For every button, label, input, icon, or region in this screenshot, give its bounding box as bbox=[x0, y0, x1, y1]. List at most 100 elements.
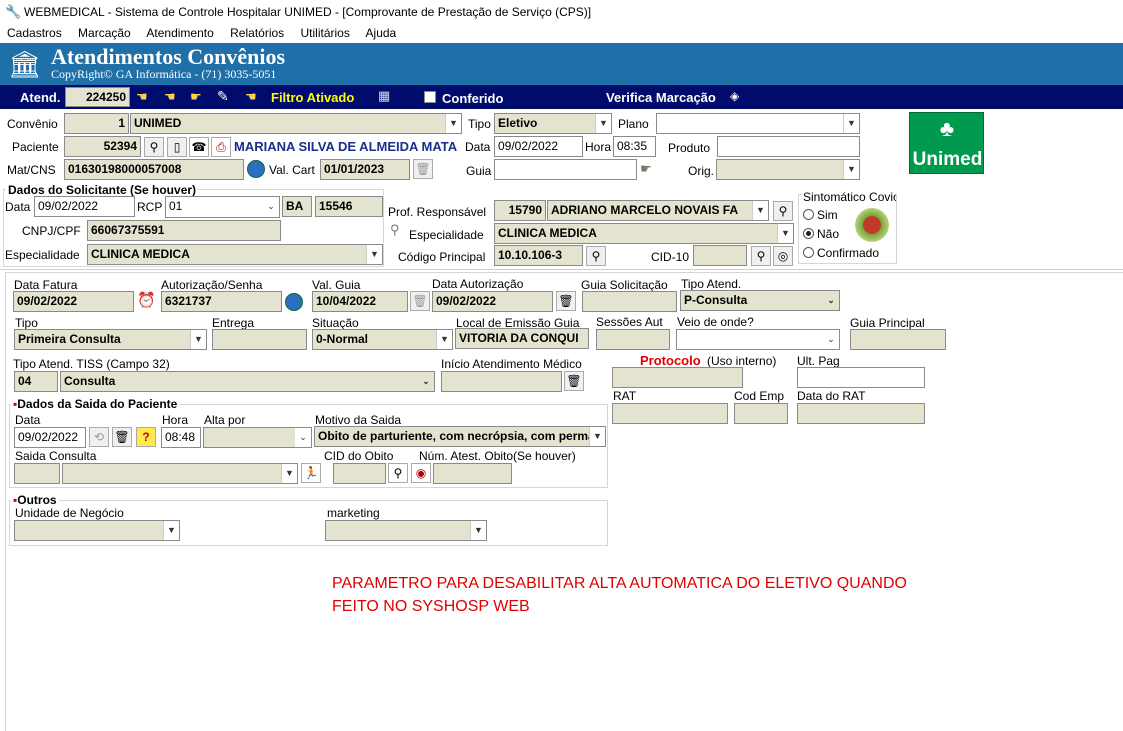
produto-field[interactable] bbox=[717, 136, 860, 157]
cid-obito-field[interactable] bbox=[333, 463, 386, 484]
verifica-icon[interactable]: ◈ bbox=[730, 89, 739, 103]
atest-field[interactable] bbox=[433, 463, 512, 484]
plano-select[interactable]: ▼ bbox=[656, 113, 860, 134]
saida-data-field[interactable]: 09/02/2022 bbox=[14, 427, 86, 448]
motivo-select[interactable]: Obito de parturiente, com necrópsia, com… bbox=[314, 426, 606, 447]
orig-select[interactable]: ▼ bbox=[716, 159, 860, 180]
sessoes-label: Sessões Aut bbox=[596, 315, 663, 329]
marketing-select[interactable]: ▼ bbox=[325, 520, 487, 541]
sol-esp-label: Especialidade bbox=[5, 248, 80, 262]
crm-field[interactable]: 15546 bbox=[315, 196, 383, 217]
data-aut-field[interactable]: 09/02/2022 bbox=[432, 291, 553, 312]
tipo-select[interactable]: Eletivo ▼ bbox=[494, 113, 612, 134]
binoculars-icon[interactable]: ⚲ bbox=[586, 246, 606, 266]
data-field[interactable]: 09/02/2022 bbox=[494, 136, 583, 157]
phone-icon[interactable]: ☎ bbox=[189, 137, 209, 157]
atend-number[interactable]: 224250 bbox=[65, 87, 130, 107]
unimed-logo-text: Unimed bbox=[912, 149, 983, 170]
alarm-clock-icon[interactable]: ⏰ bbox=[137, 291, 156, 309]
new-icon[interactable]: ☛ bbox=[190, 89, 202, 105]
pointer-icon[interactable]: ☛ bbox=[640, 161, 652, 177]
cod-principal-field[interactable]: 10.10.106-3 bbox=[494, 245, 583, 266]
trash-icon[interactable]: 🗑 bbox=[410, 291, 430, 311]
trash-icon[interactable]: 🗑 bbox=[112, 427, 132, 447]
saida-consulta-select[interactable]: ▼ bbox=[62, 463, 298, 484]
prof-esp-select[interactable]: CLINICA MEDICA ▼ bbox=[494, 223, 794, 244]
rat-field[interactable] bbox=[612, 403, 728, 424]
alta-select[interactable]: ⌄ bbox=[203, 427, 312, 448]
paciente-code[interactable]: 52394 bbox=[64, 136, 141, 157]
binoculars-icon[interactable]: ⚲ bbox=[144, 137, 164, 157]
cod-emp-field[interactable] bbox=[734, 403, 788, 424]
valcart-field[interactable]: 01/01/2023 bbox=[320, 159, 410, 180]
trash-icon[interactable]: 🗑 bbox=[556, 291, 576, 311]
globe-icon[interactable] bbox=[247, 160, 265, 178]
trash-icon[interactable]: 🗑 bbox=[564, 371, 584, 391]
history-icon[interactable]: ⟲ bbox=[89, 427, 109, 447]
menu-relatorios[interactable]: Relatórios bbox=[230, 26, 284, 40]
entrega-field[interactable] bbox=[212, 329, 307, 350]
radio-sim[interactable]: Sim bbox=[803, 208, 838, 222]
verifica-marcacao[interactable]: Verifica Marcação bbox=[606, 90, 716, 105]
matcns-field[interactable]: 01630198000057008 bbox=[64, 159, 244, 180]
sol-esp-select[interactable]: CLINICA MEDICA ▼ bbox=[87, 244, 383, 265]
menu-utilitarios[interactable]: Utilitários bbox=[301, 26, 350, 40]
globe-icon[interactable] bbox=[285, 293, 303, 311]
sol-data-field[interactable]: 09/02/2022 bbox=[34, 196, 135, 217]
edit-icon[interactable]: ✎ bbox=[217, 88, 229, 105]
tiss-code[interactable]: 04 bbox=[14, 371, 58, 392]
nav-first-icon[interactable]: ☚ bbox=[136, 89, 148, 105]
filtro-ativado[interactable]: Filtro Ativado bbox=[271, 90, 354, 105]
cnpj-field[interactable]: 66067375591 bbox=[87, 220, 281, 241]
radio-nao[interactable]: Não bbox=[803, 227, 839, 241]
printer-icon[interactable]: ⎙ bbox=[211, 137, 231, 157]
tiss-select[interactable]: Consulta ⌄ bbox=[60, 371, 435, 392]
tipo-consulta-select[interactable]: Primeira Consulta ▼ bbox=[14, 329, 207, 350]
convenio-select[interactable]: UNIMED ▼ bbox=[130, 113, 462, 134]
tipo-atend-select[interactable]: P-Consulta ⌄ bbox=[680, 290, 840, 311]
convenio-code[interactable]: 1 bbox=[64, 113, 129, 134]
running-man-icon[interactable]: 🏃 bbox=[301, 463, 321, 483]
prof-code[interactable]: 15790 bbox=[494, 200, 546, 221]
rcp-select[interactable]: 01 ⌄ bbox=[165, 196, 280, 218]
guia-sol-field[interactable] bbox=[582, 291, 677, 312]
document-icon[interactable]: ▯ bbox=[167, 137, 187, 157]
protocolo-field[interactable] bbox=[612, 367, 743, 388]
menu-atendimento[interactable]: Atendimento bbox=[146, 26, 213, 40]
binoculars-icon[interactable]: ⚲ bbox=[751, 246, 771, 266]
val-guia-field[interactable]: 10/04/2022 bbox=[312, 291, 408, 312]
saida-hora-field[interactable]: 08:48 bbox=[161, 427, 201, 448]
guia-field[interactable] bbox=[494, 159, 637, 180]
note-line-1: PARAMETRO PARA DESABILITAR ALTA AUTOMATI… bbox=[332, 575, 907, 592]
binoculars-icon[interactable]: ⚲ bbox=[388, 463, 408, 483]
ult-pag-field[interactable] bbox=[797, 367, 925, 388]
radio-confirmado[interactable]: Confirmado bbox=[803, 246, 879, 260]
conferido-checkbox[interactable] bbox=[424, 91, 436, 103]
settings-icon[interactable]: ◎ bbox=[773, 246, 793, 266]
veio-select[interactable]: ⌄ bbox=[676, 329, 840, 350]
nav-prev-icon[interactable]: ☚ bbox=[164, 89, 176, 105]
hora-field[interactable]: 08:35 bbox=[613, 136, 656, 157]
sessoes-field[interactable] bbox=[596, 329, 670, 350]
cid-field[interactable] bbox=[693, 245, 747, 266]
local-field[interactable]: VITORIA DA CONQUI bbox=[455, 328, 589, 349]
trash-icon[interactable]: 🗑 bbox=[413, 159, 433, 179]
menu-cadastros[interactable]: Cadastros bbox=[7, 26, 62, 40]
prof-select[interactable]: ADRIANO MARCELO NOVAIS FA ▼ bbox=[547, 200, 769, 221]
data-rat-field[interactable] bbox=[797, 403, 925, 424]
help-icon[interactable]: ? bbox=[136, 427, 156, 447]
uf-field[interactable]: BA bbox=[282, 196, 312, 217]
filter-icon[interactable]: ☚ bbox=[245, 89, 257, 105]
inicio-field[interactable] bbox=[441, 371, 562, 392]
calculator-icon[interactable]: ▦ bbox=[378, 88, 390, 104]
autorizacao-field[interactable]: 6321737 bbox=[161, 291, 282, 312]
data-fatura-field[interactable]: 09/02/2022 bbox=[13, 291, 134, 312]
record-icon[interactable]: ◉ bbox=[411, 463, 431, 483]
situacao-select[interactable]: 0-Normal ▼ bbox=[312, 329, 453, 350]
guia-principal-field[interactable] bbox=[850, 329, 946, 350]
saida-consulta-code[interactable] bbox=[14, 463, 60, 484]
menu-ajuda[interactable]: Ajuda bbox=[366, 26, 397, 40]
unidade-select[interactable]: ▼ bbox=[14, 520, 180, 541]
binoculars-icon[interactable]: ⚲ bbox=[773, 201, 793, 221]
menu-marcacao[interactable]: Marcação bbox=[78, 26, 131, 40]
